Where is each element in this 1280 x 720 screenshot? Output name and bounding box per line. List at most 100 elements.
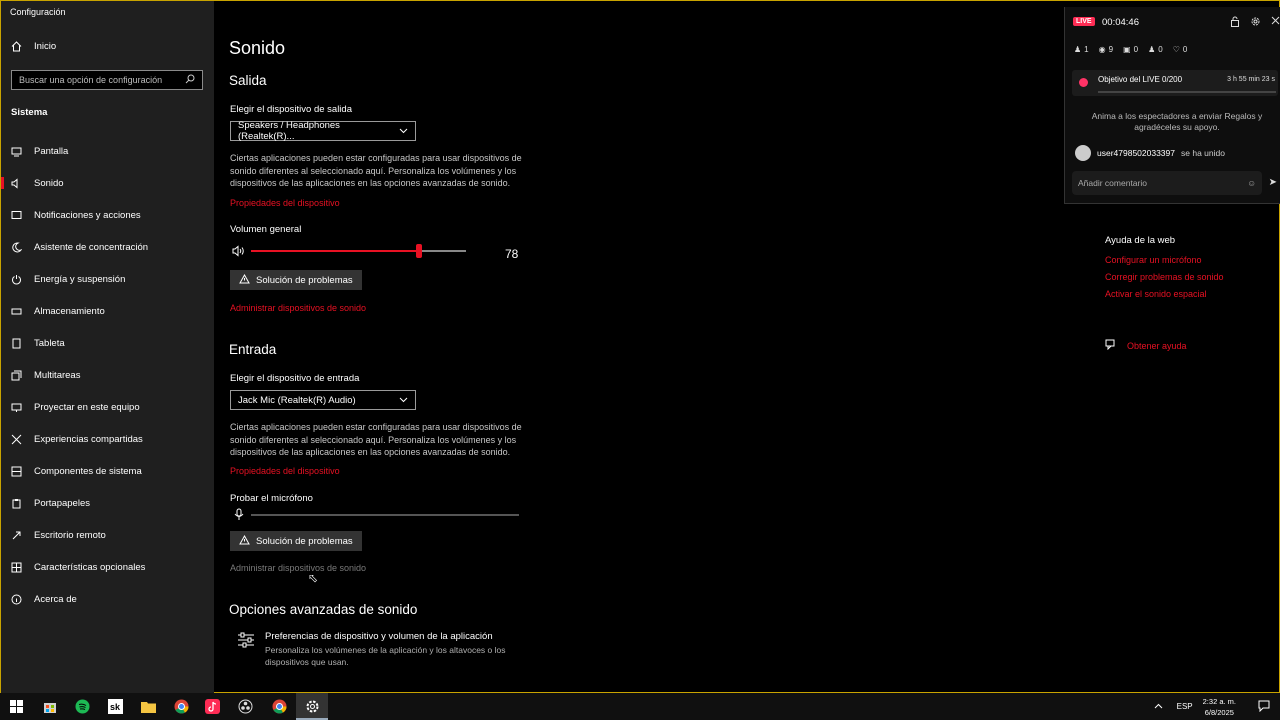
sidebar-item-label: Componentes de sistema	[34, 465, 142, 477]
search-icon[interactable]	[185, 71, 195, 89]
sidebar-item-proyectar[interactable]: Proyectar en este equipo	[1, 391, 214, 423]
join-message: user4798502033397 se ha unido	[1075, 145, 1225, 161]
get-help-link[interactable]: Obtener ayuda	[1105, 339, 1187, 352]
nav-home[interactable]: Inicio	[11, 41, 56, 52]
input-properties-link[interactable]: Propiedades del dispositivo	[230, 466, 340, 476]
goal-time: 3 h 55 min 23 s	[1227, 76, 1275, 83]
help-link-spatial[interactable]: Activar el sonido espacial	[1105, 289, 1224, 299]
multitask-icon	[11, 370, 22, 381]
chevron-down-icon	[399, 126, 408, 137]
search-box[interactable]	[11, 70, 203, 90]
views-stat: ◉ 9	[1099, 45, 1113, 54]
sidebar-item-caracteristicas[interactable]: Características opcionales	[1, 551, 214, 583]
moon-icon	[11, 241, 22, 253]
gear-icon[interactable]	[1250, 16, 1261, 30]
clock-date: 6/8/2025	[1204, 707, 1234, 717]
volume-slider-thumb[interactable]	[416, 244, 422, 258]
search-input[interactable]	[19, 75, 179, 85]
sidebar-item-label: Almacenamiento	[34, 305, 105, 317]
clock[interactable]: 2:32 a. m. 6/8/2025	[1203, 696, 1236, 718]
chevron-up-icon[interactable]	[1154, 702, 1163, 711]
app-title: Configuración	[10, 7, 66, 17]
notifications-center-icon[interactable]	[1258, 700, 1270, 714]
sidebar-item-escritorio-remoto[interactable]: Escritorio remoto	[1, 519, 214, 551]
mouse-cursor-icon: ⬁	[308, 571, 319, 585]
output-device-value: Speakers / Headphones (Realtek(R)...	[238, 120, 340, 142]
output-properties-link[interactable]: Propiedades del dispositivo	[230, 198, 340, 208]
sidebar-item-concentracion[interactable]: Asistente de concentración	[1, 231, 214, 263]
volume-label: Volumen general	[230, 224, 302, 235]
page-title: Sonido	[229, 38, 286, 58]
sidebar-item-energia[interactable]: Energía y suspensión	[1, 263, 214, 295]
obs-icon[interactable]	[237, 698, 254, 715]
send-icon[interactable]: ➤	[1269, 177, 1277, 188]
comment-input[interactable]: Añadir comentario ☺	[1072, 171, 1262, 195]
input-manage-link[interactable]: Administrar dispositivos de sonido	[230, 563, 366, 573]
home-icon	[11, 41, 22, 52]
sidebar-item-tableta[interactable]: Tableta	[1, 327, 214, 359]
viewers-stat: ♟ 1	[1074, 45, 1089, 54]
microphone-icon	[234, 508, 244, 526]
remote-icon	[11, 530, 22, 541]
chat-icon	[1105, 339, 1117, 352]
spotify-icon[interactable]	[74, 698, 91, 715]
sidebar-item-sonido[interactable]: Sonido	[1, 167, 214, 199]
sidebar-item-notificaciones[interactable]: Notificaciones y acciones	[1, 199, 214, 231]
output-troubleshoot-button[interactable]: Solución de problemas	[230, 270, 362, 290]
volume-speaker-icon[interactable]	[232, 244, 246, 262]
advanced-item-title: Preferencias de dispositivo y volumen de…	[265, 631, 493, 642]
likes-count: 0	[1182, 45, 1188, 54]
help-link-microphone[interactable]: Configurar un micrófono	[1105, 255, 1224, 265]
follows-stat: ♟ 0	[1148, 45, 1163, 54]
shared-icon	[11, 434, 22, 445]
taskbar-settings-button[interactable]	[296, 693, 328, 720]
live-goal[interactable]: Objetivo del LIVE 0/200 3 h 55 min 23 s	[1072, 70, 1278, 96]
sidebar-item-label: Asistente de concentración	[34, 241, 149, 253]
storage-icon	[11, 306, 22, 317]
mic-test-label: Probar el micrófono	[230, 493, 313, 504]
windows-start-icon[interactable]	[8, 698, 25, 715]
nav-list: Pantalla Sonido Notificaciones y accione…	[1, 135, 214, 615]
sidebar-item-pantalla[interactable]: Pantalla	[1, 135, 214, 167]
close-icon[interactable]	[1271, 16, 1280, 30]
sidebar-item-componentes[interactable]: Componentes de sistema	[1, 455, 214, 487]
live-stats: ♟ 1 ◉ 9 ▣ 0 ♟ 0 ♡ 0	[1074, 45, 1187, 54]
tiktok-live-icon[interactable]	[204, 698, 221, 715]
chevron-down-icon	[399, 395, 408, 406]
sidebar-item-acerca[interactable]: Acerca de	[1, 583, 214, 615]
chrome-alt-icon[interactable]	[271, 698, 288, 715]
nav-home-label: Inicio	[34, 41, 57, 52]
sidebar-item-label: Notificaciones y acciones	[34, 209, 141, 221]
lock-icon[interactable]	[1230, 16, 1240, 30]
advanced-app-volume-item[interactable]: Preferencias de dispositivo y volumen de…	[237, 631, 515, 668]
sidebar: Configuración Inicio Sistema Pantalla So…	[1, 1, 214, 693]
add-user-icon: ♟	[1148, 45, 1156, 54]
input-device-select[interactable]: Jack Mic (Realtek(R) Audio)	[230, 390, 416, 410]
chrome-icon[interactable]	[173, 698, 190, 715]
live-hint: Anima a los espectadores a enviar Regalo…	[1091, 111, 1263, 132]
sidebar-item-label: Sonido	[34, 177, 64, 189]
sidebar-item-label: Escritorio remoto	[34, 529, 106, 541]
sidebar-item-portapapeles[interactable]: Portapapeles	[1, 487, 214, 519]
output-manage-link[interactable]: Administrar dispositivos de sonido	[230, 303, 366, 313]
input-troubleshoot-button[interactable]: Solución de problemas	[230, 531, 362, 551]
help-link-fix-sound[interactable]: Corregir problemas de sonido	[1105, 272, 1224, 282]
store-icon[interactable]	[41, 698, 58, 715]
language-indicator[interactable]: ESP	[1177, 702, 1193, 711]
likes-stat: ♡ 0	[1173, 45, 1188, 54]
live-badge: LIVE	[1073, 17, 1095, 26]
project-icon	[11, 402, 22, 413]
info-icon	[11, 594, 22, 605]
taskbar: sk ESP 2:32 a. m. 6/8/2025	[0, 693, 1280, 720]
sk-app-icon[interactable]: sk	[107, 698, 124, 715]
emoji-icon[interactable]: ☺	[1247, 178, 1256, 188]
svg-text:sk: sk	[110, 702, 121, 712]
sidebar-item-label: Portapapeles	[34, 497, 90, 509]
output-device-select[interactable]: Speakers / Headphones (Realtek(R)...	[230, 120, 416, 142]
components-icon	[11, 466, 22, 477]
sidebar-item-almacenamiento[interactable]: Almacenamiento	[1, 295, 214, 327]
sidebar-item-multitareas[interactable]: Multitareas	[1, 359, 214, 391]
file-explorer-icon[interactable]	[140, 698, 157, 715]
sidebar-item-experiencias[interactable]: Experiencias compartidas	[1, 423, 214, 455]
optional-icon	[11, 562, 22, 573]
